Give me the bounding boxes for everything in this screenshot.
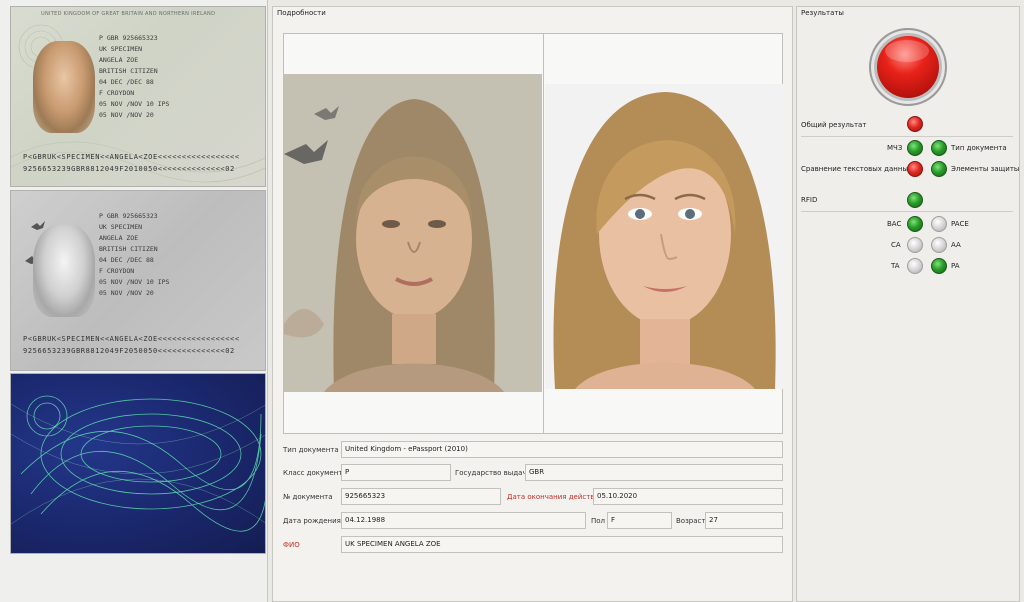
chip-portrait[interactable] (545, 84, 783, 389)
scan-line: P GBR 925665323 (99, 34, 158, 42)
separator (801, 136, 1013, 137)
aa-label: AA (951, 241, 961, 249)
scan-line: BRITISH CITIZEN (99, 245, 158, 253)
sex-label: Пол (591, 517, 606, 525)
pa-pass-icon (931, 258, 947, 274)
aa-not-checked-icon (931, 237, 947, 253)
scan-line: UK SPECIMEN (99, 45, 143, 53)
text-compare-fail-icon (907, 161, 923, 177)
scan-white-light[interactable]: UNITED KINGDOM OF GREAT BRITAIN AND NORT… (10, 6, 266, 187)
scan-line: F CROYDON (99, 267, 135, 275)
uv-fluorescent-pattern (11, 395, 265, 532)
scan-line: 05 NOV /NOV 10 IPS (99, 100, 170, 108)
scan-line: 04 DEC /DEC 88 (99, 256, 154, 264)
mrz-check-pass-icon (907, 140, 923, 156)
birth-date-field: 04.12.1988 (341, 512, 586, 529)
scan-infrared[interactable]: P GBR 925665323 UK SPECIMEN ANGELA ZOE B… (10, 190, 266, 371)
scan-line: ANGELA ZOE (99, 56, 139, 64)
scan-line: BRITISH CITIZEN (99, 67, 158, 75)
doc-type-field: United Kingdom - ePassport (2010) (341, 441, 783, 458)
overall-result-fail-icon (907, 116, 923, 132)
security-check-pass-icon (931, 161, 947, 177)
portrait-thumbnail (33, 41, 95, 133)
overall-result-label: Общий результат (801, 121, 867, 129)
details-title: Подробности (277, 9, 326, 17)
chip-portrait-illustration (545, 84, 783, 389)
rfid-label: RFID (801, 196, 818, 204)
mrz-check-label: МЧЗ (887, 144, 903, 152)
chip-photo-pane (545, 34, 783, 433)
scan-line: 05 NOV /NOV 20 (99, 289, 154, 297)
rfid-pass-icon (907, 192, 923, 208)
document-portrait[interactable] (284, 74, 542, 392)
birth-date-label: Дата рождения (283, 517, 341, 525)
issuing-state-field: GBR (525, 464, 783, 481)
scan-line: 04 DEC /DEC 88 (99, 78, 154, 86)
bac-label: BAC (887, 220, 902, 228)
document-photo-pane (284, 34, 544, 433)
separator (801, 211, 1013, 212)
status-light-gloss (885, 40, 929, 62)
mrz-line-1: P<GBRUK<SPECIMEN<<ANGELA<ZOE<<<<<<<<<<<<… (23, 335, 240, 343)
scan-ultraviolet[interactable] (10, 373, 266, 554)
scan-panel: UNITED KINGDOM OF GREAT BRITAIN AND NORT… (0, 0, 268, 602)
results-panel: Результаты Общий результат МЧЗ Тип докум… (796, 6, 1020, 602)
mrz-line-1: P<GBRUK<SPECIMEN<<ANGELA<ZOE<<<<<<<<<<<<… (23, 153, 240, 161)
expiry-field: 05.10.2020 (593, 488, 783, 505)
details-panel: Подробности Тип документа United Kingdom… (272, 6, 793, 602)
expiry-label: Дата окончания действия (507, 493, 604, 501)
portrait-thumbnail (33, 225, 95, 317)
ca-not-checked-icon (907, 237, 923, 253)
doc-number-label: № документа (283, 493, 333, 501)
bac-pass-icon (907, 216, 923, 232)
text-compare-label: Сравнение текстовых данных (801, 165, 913, 173)
doc-number-field: 925665323 (341, 488, 501, 505)
mrz-line-2: 9256653239GBR8812049F2050050<<<<<<<<<<<<… (23, 347, 235, 355)
mrz-line-2: 9256653239GBR8812049F2010050<<<<<<<<<<<<… (23, 165, 235, 173)
full-name-label: ФИО (283, 541, 300, 549)
age-field: 27 (705, 512, 783, 529)
doc-class-field: P (341, 464, 451, 481)
document-portrait-illustration (284, 74, 542, 392)
sex-field: F (607, 512, 672, 529)
scan-line: UK SPECIMEN (99, 223, 143, 231)
scan-line: 05 NOV /NOV 20 (99, 111, 154, 119)
scan-fields: P GBR 925665323 UK SPECIMEN ANGELA ZOE B… (99, 211, 169, 299)
issuing-state-label: Государство выдачи (455, 469, 532, 477)
results-title: Результаты (801, 9, 844, 17)
ta-label: TA (891, 262, 900, 270)
ca-label: CA (891, 241, 901, 249)
age-label: Возраст (676, 517, 706, 525)
overall-status-light (869, 28, 947, 106)
pa-label: PA (951, 262, 960, 270)
doc-class-label: Класс документа (283, 469, 347, 477)
security-check-label: Элементы защиты (951, 165, 1020, 173)
doctype-check-label: Тип документа (951, 144, 1007, 152)
doc-type-label: Тип документа (283, 446, 339, 454)
pace-not-checked-icon (931, 216, 947, 232)
doctype-check-pass-icon (931, 140, 947, 156)
full-name-field: UK SPECIMEN ANGELA ZOE (341, 536, 783, 553)
scan-fields: P GBR 925665323 UK SPECIMEN ANGELA ZOE B… (99, 33, 169, 121)
photo-comparison-frame (283, 33, 783, 434)
scan-header-text: UNITED KINGDOM OF GREAT BRITAIN AND NORT… (41, 11, 216, 17)
scan-line: P GBR 925665323 (99, 212, 158, 220)
scan-line: F CROYDON (99, 89, 135, 97)
scan-line: ANGELA ZOE (99, 234, 139, 242)
ta-not-checked-icon (907, 258, 923, 274)
pace-label: PACE (951, 220, 969, 228)
scan-line: 05 NOV /NOV 10 IPS (99, 278, 170, 286)
